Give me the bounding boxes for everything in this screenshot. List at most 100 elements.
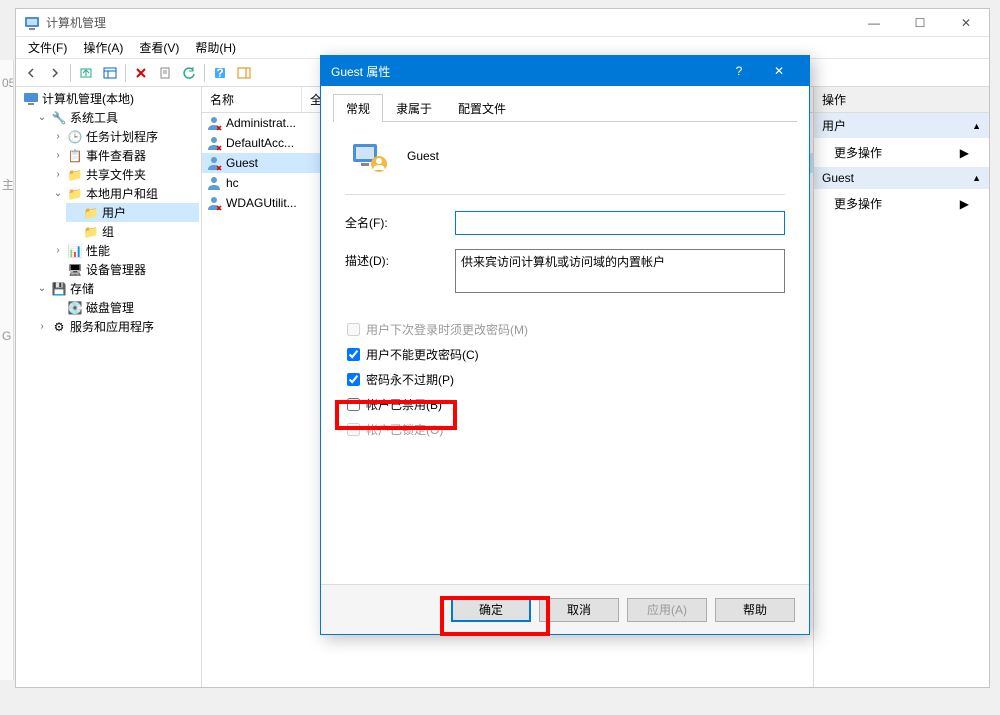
collapse-icon[interactable]: ⌄ [36,112,48,123]
checkbox [347,323,360,336]
close-button[interactable]: ✕ [943,9,989,37]
user-large-icon [349,136,389,176]
check-account-disabled[interactable]: 帐户已禁用(B) [347,392,785,417]
back-button[interactable] [20,62,42,84]
tree-storage[interactable]: ⌄💾存储 [34,279,199,298]
check-account-locked: 帐户已锁定(O) [347,417,785,442]
tree-event-viewer[interactable]: ›📋事件查看器 [50,146,199,165]
app-icon [24,15,40,31]
submenu-arrow-icon: ▶ [960,146,969,160]
expand-icon[interactable]: › [52,169,64,180]
tree-shared-folders[interactable]: ›📁共享文件夹 [50,165,199,184]
user-disabled-icon [206,115,222,131]
checkbox[interactable] [347,373,360,386]
check-password-never-expires[interactable]: 密码永不过期(P) [347,367,785,392]
tree-groups[interactable]: 📁组 [66,222,199,241]
titlebar[interactable]: 计算机管理 — ☐ ✕ [16,9,989,37]
menu-help[interactable]: 帮助(H) [187,37,244,58]
dialog-help-button[interactable]: ? [719,56,759,86]
show-hide-tree-button[interactable] [99,62,121,84]
tree-label: 计算机管理(本地) [42,90,134,107]
action-more-users[interactable]: 更多操作▶ [814,138,989,167]
user-disabled-icon [206,135,222,151]
tree-root[interactable]: 计算机管理(本地) [18,89,199,108]
computer-icon [23,91,39,107]
device-icon: 🖥 [67,262,83,278]
tree-disk-management[interactable]: 💽磁盘管理 [50,298,199,317]
check-cannot-change-password[interactable]: 用户不能更改密码(C) [347,342,785,367]
tree-local-users-groups[interactable]: ⌄📁本地用户和组 [50,184,199,203]
user-icon [206,175,222,191]
show-action-pane-button[interactable] [233,62,255,84]
description-input[interactable]: 供来宾访问计算机或访问域的内置帐户 [455,249,785,293]
cancel-button[interactable]: 取消 [539,598,619,622]
tab-general[interactable]: 常规 [333,94,383,122]
tree-panel[interactable]: 计算机管理(本地) ⌄🔧系统工具 ›🕒任务计划程序 ›📋事件查看器 ›📁共享文件… [16,87,202,687]
fullname-label: 全名(F): [345,211,455,231]
divider [345,194,785,195]
action-more-guest[interactable]: 更多操作▶ [814,189,989,218]
help-button[interactable]: 帮助 [715,598,795,622]
storage-icon: 💾 [51,281,67,297]
event-icon: 📋 [67,148,83,164]
window-title: 计算机管理 [46,14,981,31]
expand-icon[interactable]: › [36,321,48,332]
action-group-guest[interactable]: Guest▲ [814,167,989,189]
dialog-close-button[interactable]: ✕ [759,56,799,86]
tree-performance[interactable]: ›📊性能 [50,241,199,260]
action-group-users[interactable]: 用户▲ [814,113,989,138]
checkbox[interactable] [347,398,360,411]
partial-background-window: 05 主 G [0,60,14,680]
menu-file[interactable]: 文件(F) [20,37,75,58]
column-name[interactable]: 名称 [202,87,302,112]
performance-icon: 📊 [67,243,83,259]
description-label: 描述(D): [345,249,455,269]
tree-system-tools[interactable]: ⌄🔧系统工具 [34,108,199,127]
svg-text:?: ? [216,66,223,80]
tree-device-manager[interactable]: 🖥设备管理器 [50,260,199,279]
dialog-titlebar[interactable]: Guest 属性 ? ✕ [321,56,809,86]
expand-icon[interactable]: › [52,131,64,142]
forward-button[interactable] [44,62,66,84]
disk-icon: 💽 [67,300,83,316]
refresh-button[interactable] [178,62,200,84]
folder-icon: 📁 [83,224,99,240]
dialog-tabs: 常规 隶属于 配置文件 [333,94,797,122]
help-button[interactable]: ? [209,62,231,84]
user-disabled-icon [206,195,222,211]
expand-icon[interactable]: › [52,150,64,161]
tree-users[interactable]: 📁用户 [66,203,199,222]
expand-icon[interactable]: › [52,245,64,256]
properties-dialog: Guest 属性 ? ✕ 常规 隶属于 配置文件 Guest 全名(F): 描述… [320,55,810,635]
actions-panel-title: 操作 [814,87,989,113]
username-display: Guest [407,149,439,163]
collapse-icon[interactable]: ⌄ [36,283,48,294]
toolbar-separator [125,64,126,82]
dialog-footer: 确定 取消 应用(A) 帮助 [321,584,809,634]
folder-shared-icon: 📁 [67,167,83,183]
checkbox[interactable] [347,348,360,361]
ok-button[interactable]: 确定 [451,598,531,622]
folder-icon: 📁 [83,205,99,221]
menu-view[interactable]: 查看(V) [131,37,187,58]
fullname-input[interactable] [455,211,785,235]
tab-profile[interactable]: 配置文件 [445,94,519,122]
users-folder-icon: 📁 [67,186,83,202]
minimize-button[interactable]: — [851,9,897,37]
toolbar-separator [204,64,205,82]
tab-memberof[interactable]: 隶属于 [383,94,445,122]
services-icon: ⚙ [51,319,67,335]
apply-button[interactable]: 应用(A) [627,598,707,622]
collapse-arrow-icon: ▲ [972,121,981,131]
tools-icon: 🔧 [51,110,67,126]
collapse-icon[interactable]: ⌄ [52,188,64,199]
tree-services-apps[interactable]: ›⚙服务和应用程序 [34,317,199,336]
properties-button[interactable] [154,62,176,84]
delete-button[interactable] [130,62,152,84]
clock-icon: 🕒 [67,129,83,145]
up-button[interactable] [75,62,97,84]
tree-task-scheduler[interactable]: ›🕒任务计划程序 [50,127,199,146]
menu-action[interactable]: 操作(A) [75,37,131,58]
collapse-arrow-icon: ▲ [972,173,981,183]
maximize-button[interactable]: ☐ [897,9,943,37]
